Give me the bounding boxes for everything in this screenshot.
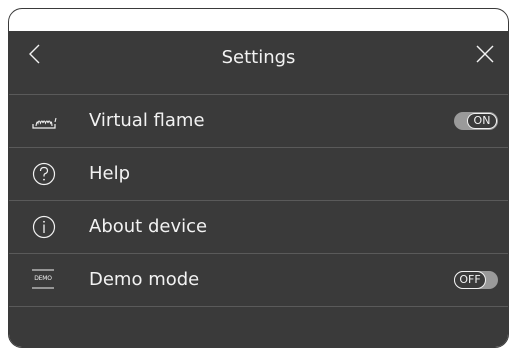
toggle-state-label: OFF bbox=[454, 271, 486, 289]
info-icon bbox=[31, 214, 57, 240]
close-icon[interactable] bbox=[472, 41, 498, 67]
help-icon bbox=[31, 161, 57, 187]
settings-item-label: About device bbox=[89, 216, 208, 237]
demo-icon: DEMO bbox=[31, 268, 55, 290]
settings-item-label: Demo mode bbox=[89, 269, 200, 290]
settings-item-label: Virtual flame bbox=[89, 110, 205, 131]
demo-mode-toggle[interactable]: OFF bbox=[454, 271, 498, 289]
settings-screen: Settings Virtual flame ON Help About dev… bbox=[9, 31, 508, 347]
device-frame: Settings Virtual flame ON Help About dev… bbox=[8, 8, 509, 348]
settings-item-virtual-flame[interactable]: Virtual flame ON bbox=[9, 95, 508, 148]
settings-item-about-device[interactable]: About device bbox=[9, 201, 508, 254]
page-title: Settings bbox=[221, 47, 296, 68]
demo-icon-text: DEMO bbox=[34, 275, 52, 282]
toggle-state-label: ON bbox=[467, 113, 497, 129]
flame-icon bbox=[31, 108, 57, 134]
settings-item-help[interactable]: Help bbox=[9, 148, 508, 201]
settings-item-label: Help bbox=[89, 163, 131, 184]
settings-item-demo-mode[interactable]: DEMO Demo mode OFF bbox=[9, 254, 508, 307]
settings-header: Settings bbox=[9, 31, 508, 95]
virtual-flame-toggle[interactable]: ON bbox=[454, 112, 498, 130]
